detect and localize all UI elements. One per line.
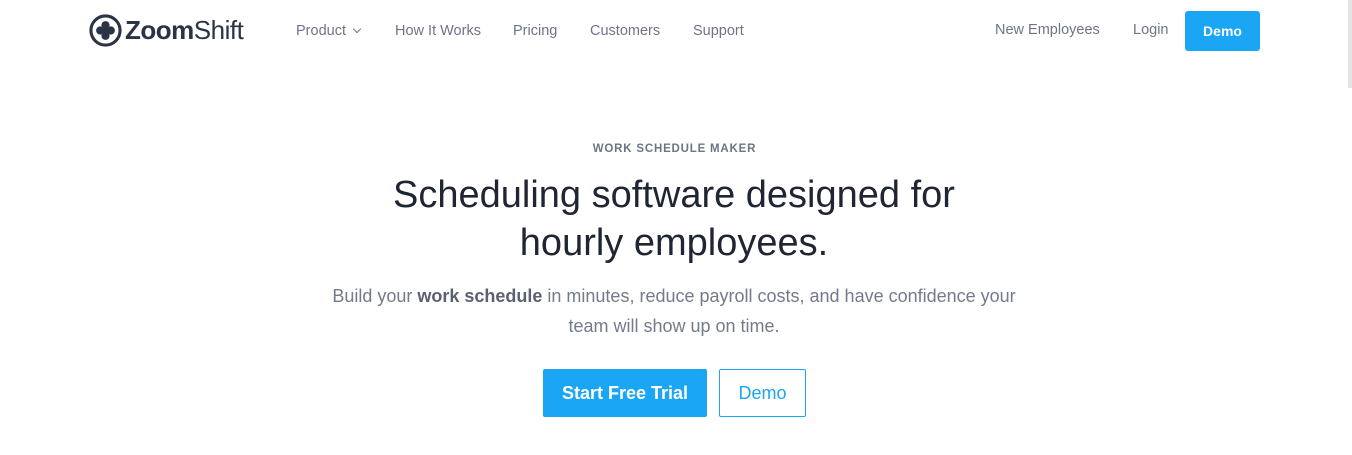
brand-name-bold: Zoom [125,15,194,45]
zoomshift-logo[interactable]: ZoomShift [89,14,244,47]
nav-item-product[interactable]: Product [296,22,362,40]
page-scrollbar[interactable] [1348,0,1352,88]
hero-subheading: Build your work schedule in minutes, red… [324,281,1024,341]
login-link[interactable]: Login [1133,21,1168,39]
hero-sub-part1: Build your [332,286,418,306]
hero-sub-bold: work schedule [417,286,543,306]
nav-item-pricing[interactable]: Pricing [513,22,557,40]
hero-headline-line1: Scheduling software designed for [393,174,955,216]
chevron-down-icon [352,24,362,34]
nav-demo-button[interactable]: Demo [1185,11,1260,51]
hero-sub-part2: in minutes, reduce payroll costs, and ha… [542,286,1016,336]
nav-item-support[interactable]: Support [693,22,744,40]
start-free-trial-button[interactable]: Start Free Trial [543,369,707,417]
brand-wordmark: ZoomShift [125,14,244,47]
nav-item-how-it-works[interactable]: How It Works [395,22,481,40]
hero-eyebrow: WORK SCHEDULE MAKER [592,143,757,155]
new-employees-link[interactable]: New Employees [995,21,1100,39]
top-navigation: ZoomShift Product How It Works Pricing C… [0,0,1352,62]
hero-headline-line2: hourly employees. [519,222,829,264]
four-leaf-clover-circle-icon [89,14,122,47]
nav-item-customers[interactable]: Customers [590,22,660,40]
hero-headline: Scheduling software designed for hourly … [324,171,1024,267]
brand-name-regular: Shift [193,15,244,45]
nav-item-label: Product [296,23,346,39]
hero-demo-button[interactable]: Demo [719,369,806,417]
